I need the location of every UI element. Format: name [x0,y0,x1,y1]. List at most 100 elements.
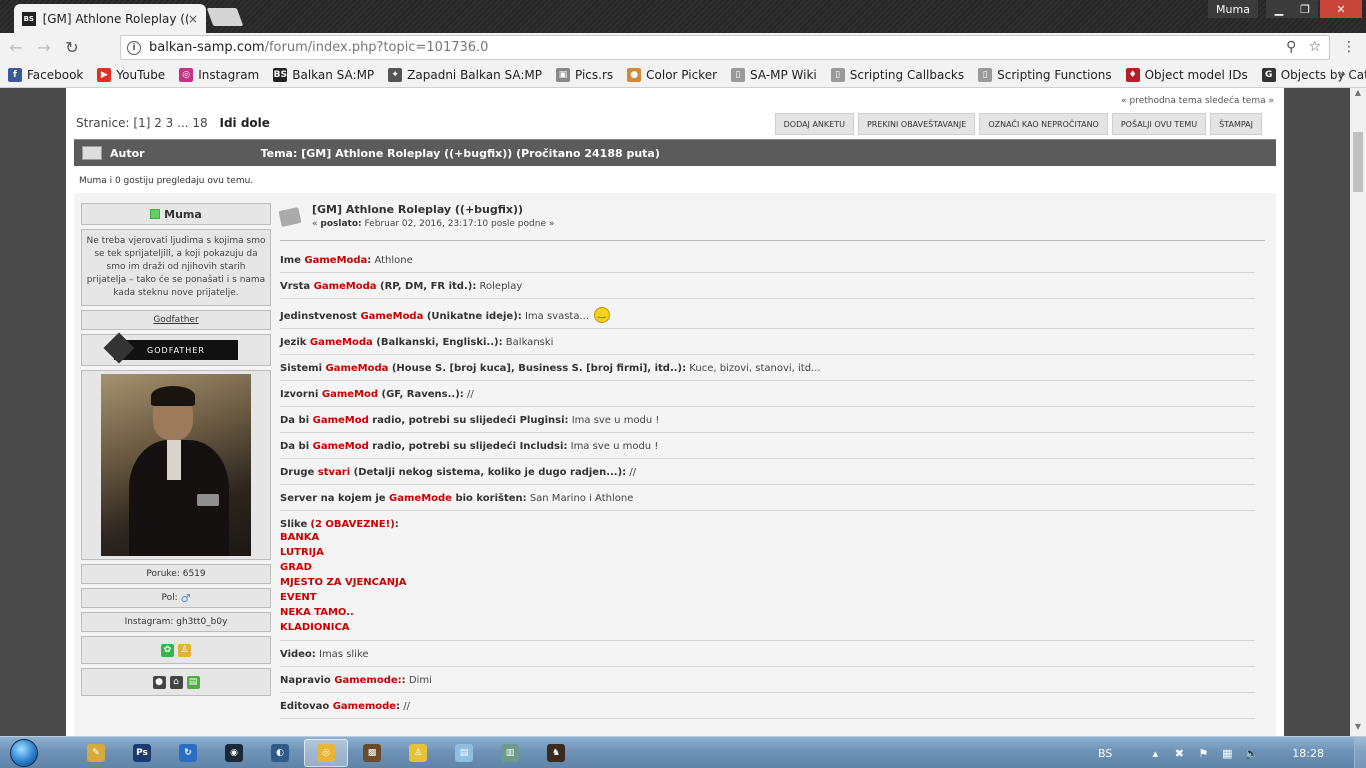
bookmark-star-icon[interactable]: ☆ [1308,39,1321,55]
site-info-icon[interactable]: i [127,40,141,55]
bookmark-item[interactable]: ▯ SA-MP Wiki [731,67,817,82]
image-link[interactable]: LUTRIJA [280,545,1255,560]
taskbar-item-window[interactable]: ▥ [488,739,532,767]
icq-flower-icon[interactable]: ✿ [161,643,174,657]
topic-prev-next-links[interactable]: « prethodna tema sledeća tema » [1121,96,1274,106]
bookmark-item[interactable]: BS Balkan SA:MP [273,67,375,82]
send-message-icon[interactable]: ▤ [186,675,200,689]
aim-icon[interactable]: ♙ [178,643,191,657]
scroll-thumb[interactable] [1353,132,1363,192]
poster-post-count: Poruke: 6519 [81,564,271,584]
notepad-icon: ▤ [455,744,473,762]
photoshop-icon: Ps [133,744,151,762]
new-tab-button[interactable] [206,8,244,26]
page-links[interactable]: [1] 2 3 ... 18 [133,116,207,130]
volume-icon[interactable]: 🔈 [1244,746,1258,760]
reload-icon[interactable]: ↻ [60,36,84,60]
samp-icon: ▩ [363,744,381,762]
bookmark-item[interactable]: f Facebook [8,67,83,82]
website-home-icon[interactable]: ⌂ [169,675,183,689]
image-link[interactable]: KLADIONICA [280,620,1255,635]
tray-expand-icon[interactable]: ▴ [1148,746,1162,760]
poster-info: Muma Ne treba vjerovati ljudima s kojima… [81,203,271,700]
field-line: Napravio Gamemode:: Dimi [280,667,1255,693]
zoom-icon[interactable]: ⚲ [1286,39,1296,55]
field-line: Izvorni GameMod (GF, Ravens..): // [280,381,1255,407]
taskbar-item-notepad[interactable]: ▤ [442,739,486,767]
bookmark-item[interactable]: ◎ Instagram [179,67,260,82]
taskbar-item-photoshop[interactable]: Ps [120,739,164,767]
address-bar[interactable]: i balkan-samp.com/forum/index.php?topic=… [120,35,1330,60]
bookmark-item[interactable]: ♦ Object model IDs [1125,67,1248,82]
url-text: balkan-samp.com/forum/index.php?topic=10… [149,40,488,55]
bookmark-label: Balkan SA:MP [292,67,375,82]
scroll-up-icon[interactable]: ▲ [1350,88,1366,102]
taskbar-item-chrome[interactable]: ◎ [304,739,348,767]
bookmark-item[interactable]: ▯ Scripting Callbacks [830,67,964,82]
taskbar-item-explorer[interactable]: ✎ [74,739,118,767]
image-link[interactable]: GRAD [280,560,1255,575]
bookmark-label: Objects by Category [1280,67,1366,82]
bookmark-item[interactable]: G Objects by Category [1261,67,1366,82]
image-link[interactable]: BANKA [280,530,1255,545]
profile-button[interactable]: Muma [1208,0,1258,18]
poster-signature-quote: Ne treba vjerovati ljudima s kojima smo … [81,229,271,306]
chrome-menu-icon[interactable]: ⋮ [1342,39,1356,55]
teamviewer-icon: ↻ [179,744,197,762]
post-title[interactable]: [GM] Athlone Roleplay ((+bugfix)) [312,203,523,216]
facebook-icon: f [8,67,22,82]
male-icon: ♂ [180,591,191,605]
taskbar-item-teamviewer[interactable]: ↻ [166,739,210,767]
start-button[interactable] [4,737,44,768]
add-poll-button[interactable]: DODAJ ANKETU [774,113,854,135]
taskbar-item-teamspeak[interactable]: ◐ [258,739,302,767]
post-divider [280,240,1265,241]
unsubscribe-button[interactable]: PREKINI OBAVEŠTAVANJE [857,113,976,135]
maximize-icon[interactable]: ❐ [1292,0,1318,18]
field-line: Da bi GameMod radio, potrebi su slijedeć… [280,433,1255,459]
bookmark-item[interactable]: ▯ Scripting Functions [978,67,1112,82]
print-button[interactable]: ŠTAMPAJ [1210,113,1262,135]
image-link[interactable]: MJESTO ZA VJENCANJA [280,575,1255,590]
bookmark-item[interactable]: ▣ Pics.rs [555,67,613,82]
forward-icon[interactable]: → [32,36,56,60]
taskbar-item-steam[interactable]: ◉ [212,739,256,767]
browser-tab[interactable]: BS [GM] Athlone Roleplay ((+ × [14,4,206,33]
language-indicator[interactable]: BS [1098,747,1112,760]
poster-name[interactable]: Muma [81,203,271,225]
taskbar-item-game[interactable]: ♞ [534,739,578,767]
bookmark-label: Instagram [198,67,260,82]
send-topic-button[interactable]: POŠALJI OVU TEMU [1111,113,1207,135]
gender-label: Pol: [161,593,178,603]
image-link[interactable]: NEKA TAMO.. [280,605,1255,620]
mark-unread-button[interactable]: OZNAČI KAO NEPROČITANO [979,113,1108,135]
messenger-icons: ✿ ♙ [81,636,271,664]
bookmark-item[interactable]: ▶ YouTube [97,67,165,82]
go-down-link[interactable]: Idi dole [219,116,269,130]
back-icon[interactable]: ← [4,36,28,60]
image-link[interactable]: EVENT [280,590,1255,605]
bookmark-item[interactable]: ✦ Zapadni Balkan SA:MP [388,67,542,82]
network-warning-icon[interactable]: ✖ [1172,746,1186,760]
bookmarks-overflow-icon[interactable]: » [1338,67,1346,82]
poster-rank[interactable]: Godfather [81,310,271,330]
bookmark-label: Zapadni Balkan SA:MP [407,67,542,82]
taskbar-item-samp[interactable]: ▩ [350,739,394,767]
tab-close-icon[interactable]: × [188,12,198,26]
minimize-icon[interactable]: ▁ [1266,0,1292,18]
flag-icon[interactable]: ⚑ [1196,746,1210,760]
page-icon: ▯ [978,67,993,82]
header-topic-title: Tema: [GM] Athlone Roleplay ((+bugfix)) … [260,146,660,160]
profile-icon[interactable]: ● [152,675,166,689]
field-line-slike: Slike (2 OBAVEZNE!): BANKA LUTRIJA GRAD … [280,511,1255,641]
clock[interactable]: 18:28 [1292,747,1324,760]
network-icon[interactable]: ▦ [1220,746,1234,760]
scroll-down-icon[interactable]: ▼ [1350,722,1366,736]
youtube-icon: ▶ [97,67,112,82]
close-window-icon[interactable]: ✕ [1320,0,1362,18]
show-desktop-button[interactable] [1354,737,1366,768]
page-scrollbar[interactable]: ▲ ▼ [1350,88,1366,736]
header-author: Autor [110,146,145,160]
bookmark-item[interactable]: ● Color Picker [627,67,717,82]
taskbar-item-icq[interactable]: ♙ [396,739,440,767]
